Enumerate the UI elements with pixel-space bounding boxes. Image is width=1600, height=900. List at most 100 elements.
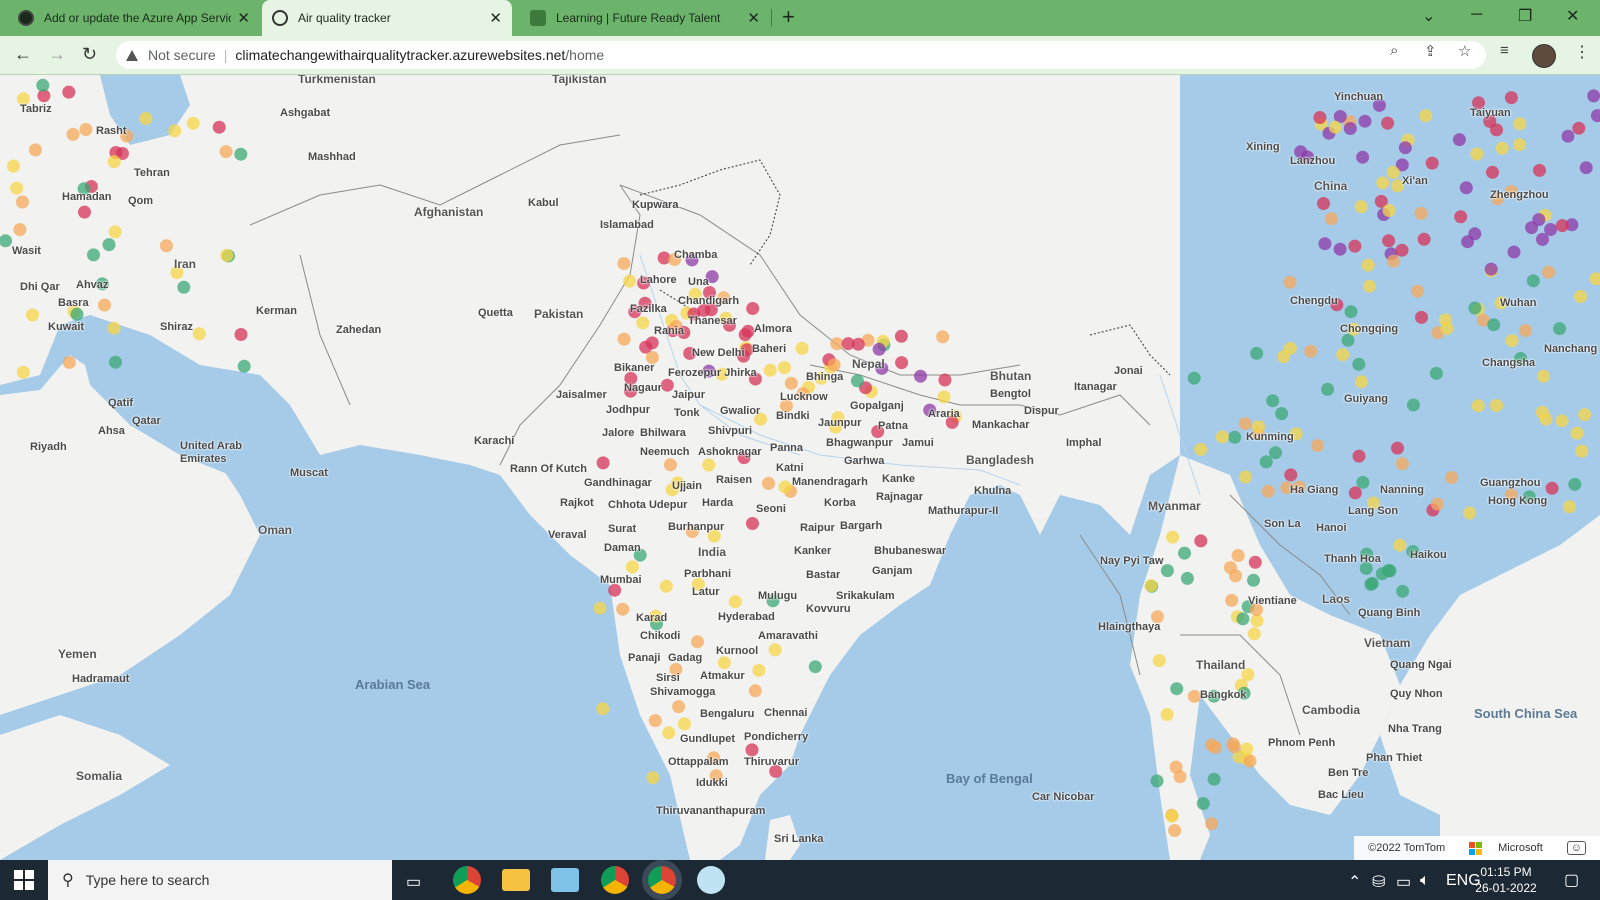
aqi-marker[interactable] <box>763 363 777 377</box>
tab-air-quality[interactable]: Air quality tracker ✕ <box>262 0 512 36</box>
aqi-marker[interactable] <box>936 330 950 344</box>
aqi-marker[interactable] <box>795 341 809 355</box>
aqi-marker[interactable] <box>1391 441 1404 455</box>
aqi-marker[interactable] <box>1430 497 1444 511</box>
aqi-marker[interactable] <box>1463 506 1477 520</box>
aqi-marker[interactable] <box>1160 708 1174 721</box>
aqi-marker[interactable] <box>1248 555 1262 569</box>
aqi-marker[interactable] <box>1537 369 1550 383</box>
aqi-marker[interactable] <box>1311 439 1324 452</box>
feedback-icon[interactable]: ☺ <box>1566 841 1586 855</box>
clock[interactable]: 01:15 PM 26-01-2022 <box>1464 864 1548 896</box>
aqi-marker[interactable] <box>1178 546 1191 560</box>
aqi-marker[interactable] <box>745 743 759 757</box>
aqi-marker[interactable] <box>1328 120 1342 134</box>
chrome-icon[interactable] <box>453 866 481 894</box>
address-bar[interactable]: Not secure | climatechangewithairquality… <box>116 41 1486 69</box>
aqi-marker[interactable] <box>1468 301 1482 315</box>
aqi-marker[interactable] <box>616 602 630 616</box>
aqi-marker[interactable] <box>1578 408 1592 422</box>
aqi-marker[interactable] <box>1419 109 1433 123</box>
aqi-marker[interactable] <box>139 112 153 125</box>
reading-list-icon[interactable]: ≡ <box>1500 42 1509 59</box>
aqi-marker[interactable] <box>677 717 691 731</box>
aqi-marker[interactable] <box>1261 484 1275 498</box>
aqi-marker[interactable] <box>1490 399 1503 412</box>
forward-button[interactable]: → <box>48 44 66 65</box>
paint-icon[interactable] <box>697 866 725 894</box>
aqi-marker[interactable] <box>79 123 93 136</box>
aqi-marker[interactable] <box>1283 341 1297 355</box>
aqi-marker[interactable] <box>659 579 673 593</box>
aqi-marker[interactable] <box>1568 477 1582 491</box>
aqi-marker[interactable] <box>1535 405 1549 419</box>
aqi-marker[interactable] <box>1356 150 1370 164</box>
aqi-marker[interactable] <box>746 302 760 315</box>
aqi-marker[interactable] <box>26 308 39 322</box>
aqi-marker[interactable] <box>777 361 791 375</box>
reload-button[interactable]: ↻ <box>82 44 97 65</box>
aqi-marker[interactable] <box>1574 290 1587 303</box>
aqi-marker[interactable] <box>1429 366 1443 380</box>
aqi-marker[interactable] <box>663 458 677 472</box>
aqi-marker[interactable] <box>186 116 200 130</box>
aqi-marker[interactable] <box>702 458 716 472</box>
aqi-marker[interactable] <box>87 248 100 262</box>
profile-avatar[interactable] <box>1532 44 1556 68</box>
aqi-marker[interactable] <box>1375 567 1389 581</box>
aqi-marker[interactable] <box>1542 265 1556 279</box>
aqi-marker[interactable] <box>109 355 122 369</box>
aqi-marker[interactable] <box>937 390 951 404</box>
aqi-marker[interactable] <box>1231 549 1245 562</box>
aqi-marker[interactable] <box>827 358 841 372</box>
aqi-marker[interactable] <box>1490 123 1503 137</box>
warning-icon[interactable] <box>126 49 138 61</box>
aqi-marker[interactable] <box>1414 206 1428 220</box>
aqi-marker[interactable] <box>808 660 822 674</box>
aqi-marker[interactable] <box>1471 399 1485 413</box>
aqi-marker[interactable] <box>1526 274 1540 288</box>
aqi-marker[interactable] <box>1387 254 1400 268</box>
aqi-marker[interactable] <box>752 663 766 677</box>
aqi-marker[interactable] <box>1194 442 1208 456</box>
aqi-marker[interactable] <box>1513 138 1526 152</box>
aqi-marker[interactable] <box>1266 394 1280 408</box>
aqi-marker[interactable] <box>1386 165 1400 179</box>
aqi-marker[interactable] <box>237 359 251 373</box>
aqi-marker[interactable] <box>220 248 234 262</box>
aqi-marker[interactable] <box>7 159 20 173</box>
share-icon[interactable]: ⇪ <box>1424 42 1437 60</box>
aqi-marker[interactable] <box>1533 163 1546 177</box>
aqi-marker[interactable] <box>1553 322 1567 336</box>
aqi-marker[interactable] <box>1228 430 1242 444</box>
aqi-marker[interactable] <box>1318 237 1332 251</box>
aqi-marker[interactable] <box>1170 682 1184 696</box>
aqi-marker[interactable] <box>636 316 650 330</box>
windows-start-icon[interactable] <box>14 870 34 890</box>
aqi-marker[interactable] <box>160 239 173 253</box>
new-tab-button[interactable]: + <box>782 4 795 30</box>
aqi-marker[interactable] <box>1513 117 1527 131</box>
aqi-marker[interactable] <box>1333 242 1347 256</box>
aqi-marker[interactable] <box>177 280 191 294</box>
aqi-marker[interactable] <box>1247 573 1260 587</box>
aqi-marker[interactable] <box>1352 357 1366 371</box>
aqi-marker[interactable] <box>1587 89 1600 103</box>
aqi-marker[interactable] <box>1205 817 1219 831</box>
aqi-marker[interactable] <box>672 700 686 714</box>
aqi-marker[interactable] <box>1415 310 1428 324</box>
air-quality-map[interactable]: Arabian Sea Bay of Bengal South China Se… <box>0 75 1600 860</box>
zoom-icon[interactable]: ⌕ <box>1390 42 1398 59</box>
aqi-marker[interactable] <box>1382 204 1396 217</box>
aqi-marker[interactable] <box>1445 471 1459 484</box>
aqi-marker[interactable] <box>1484 262 1498 276</box>
aqi-marker[interactable] <box>1250 346 1264 360</box>
aqi-marker[interactable] <box>596 702 610 716</box>
aqi-marker[interactable] <box>748 684 762 698</box>
close-tab-icon[interactable]: ✕ <box>747 9 760 27</box>
aqi-marker[interactable] <box>1570 426 1584 440</box>
tab-learning[interactable]: Learning | Future Ready Talent ✕ <box>520 0 770 36</box>
taskbar-search-box[interactable]: ⚲ Type here to search <box>48 860 392 900</box>
aqi-marker[interactable] <box>16 195 29 209</box>
aqi-marker[interactable] <box>1461 235 1475 249</box>
